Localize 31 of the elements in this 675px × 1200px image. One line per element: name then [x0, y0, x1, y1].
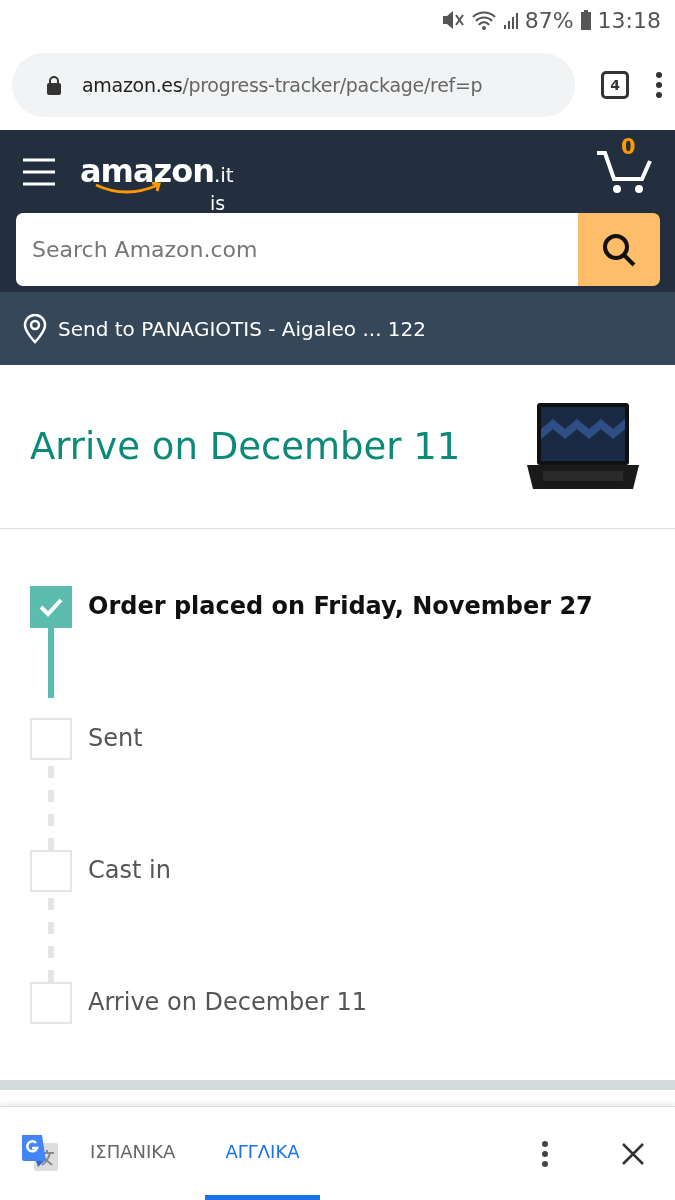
battery-icon — [579, 9, 592, 31]
search-button[interactable] — [578, 213, 660, 286]
close-icon[interactable] — [621, 1141, 645, 1166]
wifi-icon — [470, 9, 497, 31]
battery-percent: 87% — [524, 7, 574, 33]
more-icon[interactable] — [655, 71, 663, 99]
menu-icon[interactable] — [22, 156, 56, 187]
step-label: Sent — [88, 723, 143, 754]
mute-icon — [440, 9, 465, 31]
logo-subtext: is — [210, 191, 226, 214]
cart-count: 0 — [621, 134, 636, 159]
tab-count[interactable]: 4 — [601, 71, 629, 99]
more-icon[interactable] — [541, 1139, 549, 1168]
step-label: Cast in — [88, 855, 171, 886]
delivery-title: Arrive on December 11 — [30, 425, 461, 468]
language-tab[interactable]: ΑΓΓΛΙΚΑ — [205, 1107, 320, 1200]
logo-text[interactable]: amazon — [80, 153, 214, 188]
step-label: Order placed on Friday, November 27 — [88, 591, 593, 622]
address-bar[interactable]: amazon.es/progress-tracker/package/ref=p — [12, 53, 575, 117]
url-text: amazon.es/progress-tracker/package/ref=p — [82, 74, 483, 96]
search-icon — [601, 231, 637, 268]
step-label: Arrive on December 11 — [88, 987, 368, 1018]
location-pin-icon — [22, 313, 48, 344]
clock: 13:18 — [597, 7, 661, 33]
delivery-address[interactable]: Send to PANAGIOTIS - Aigaleo ... 122 — [58, 316, 427, 341]
search-field[interactable]: Search Amazon.com — [16, 213, 578, 286]
logo-suffix: .it — [213, 162, 234, 187]
language-tab[interactable]: ΙΣΠΑΝΙΚΑ — [70, 1107, 196, 1200]
smile-icon — [94, 181, 164, 196]
check-icon — [38, 596, 64, 618]
lock-icon — [46, 75, 62, 95]
